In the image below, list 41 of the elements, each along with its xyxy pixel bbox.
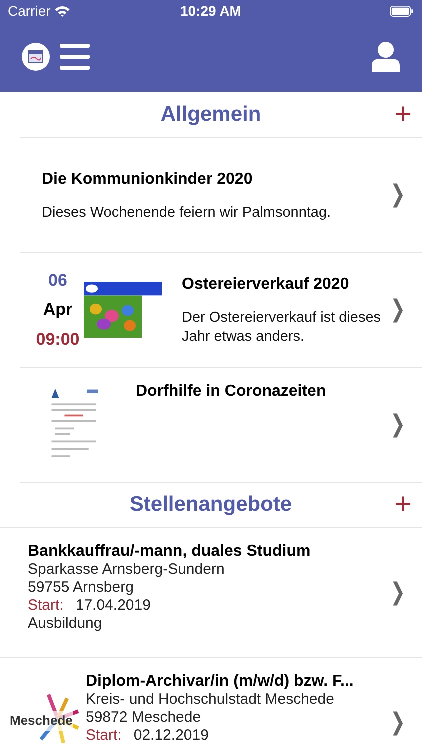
employer: Kreis- und Hochschulstadt Meschede — [86, 691, 336, 709]
event-time: 09:00 — [36, 328, 80, 351]
start-label: Start: — [86, 727, 122, 745]
start-date: 02.12.2019 — [134, 727, 209, 745]
event-month: Apr — [43, 299, 73, 322]
item-text: Der Ostereierverkauf ist dieses Jahr etwas anders. — [182, 309, 382, 347]
item-title: Die Kommunionkinder 2020 — [42, 170, 254, 190]
chevron-icon: ❯ — [390, 409, 406, 441]
chevron-icon: ❯ — [390, 294, 406, 326]
chevron-icon: ❯ — [390, 179, 406, 211]
job-title: Diplom-Archivar/in (m/w/d) bzw. F... — [86, 673, 355, 691]
status-time: 10:29 AM — [180, 2, 242, 20]
item-title: Dorfhilfe in Coronazeiten — [136, 382, 328, 402]
job-city: 59755 Arnsberg — [28, 579, 135, 597]
list-item[interactable]: Dorfhilfe in Coronazeiten ❯ — [20, 367, 422, 482]
employer: Sparkasse Arnsberg-Sundern — [28, 561, 226, 579]
start-date: 17.04.2019 — [76, 597, 151, 615]
logo-text: Meschede — [10, 711, 73, 731]
add-button[interactable]: + — [394, 490, 412, 520]
app-logo-icon[interactable] — [22, 43, 50, 71]
chevron-icon: ❯ — [390, 706, 406, 738]
item-title: Ostereierverkauf 2020 — [182, 275, 350, 295]
list-item[interactable]: Die Kommunionkinder 2020 Dieses Wochenende feiern wir Palmsonntag. ❯ — [20, 137, 422, 252]
add-button[interactable]: + — [394, 100, 412, 130]
start-label: Start: — [28, 597, 64, 615]
section-title: Allgemein — [160, 102, 262, 128]
battery-icon — [390, 6, 414, 16]
section-title: Stellenangebote — [130, 492, 292, 518]
menu-icon[interactable] — [60, 44, 90, 70]
list-item[interactable]: Meschede Diplom-Archivar/in (m/w/d) bzw. F... Kreis- und Hochschulstadt Meschede 59872 Meschede Start: 02.12.2019 ❯ — [0, 657, 422, 750]
chevron-icon: ❯ — [390, 576, 406, 608]
event-day: 06 — [48, 268, 68, 294]
user-icon[interactable] — [372, 42, 400, 72]
wifi-icon — [54, 6, 70, 16]
list-item[interactable]: 06 Apr 09:00 Ostereierverkauf 2020 Der Ostereierverkauf ist dieses Jahr etwas anders. ❯ — [20, 252, 422, 367]
job-city: 59872 Meschede — [86, 709, 202, 727]
item-text: Dieses Wochenende feiern wir Palmsonntag. — [42, 204, 332, 222]
job-title: Bankkauffrau/-mann, duales Studium — [28, 543, 312, 561]
carrier-label: Carrier — [8, 2, 51, 20]
list-item[interactable]: Bankkauffrau/-mann, duales Studium Sparkasse Arnsberg-Sundern 59755 Arnsberg Start: 17.04.2019 Ausbildung ❯ — [0, 527, 422, 657]
job-type: Ausbildung — [28, 615, 104, 633]
